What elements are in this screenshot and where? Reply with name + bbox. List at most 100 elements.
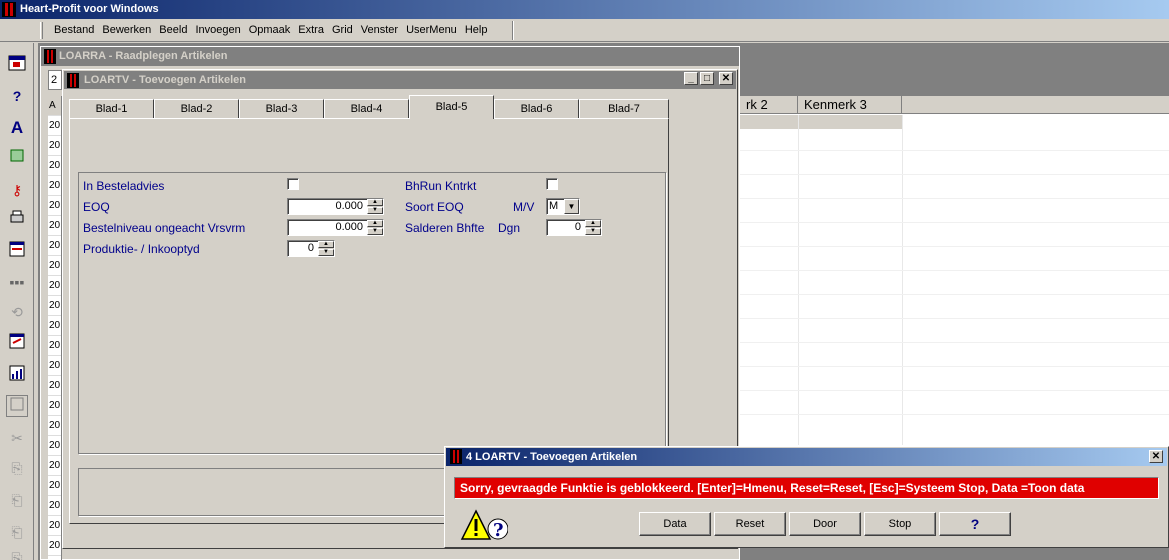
label-bhrun: BhRun Kntrkt	[405, 179, 477, 193]
tab-blad-7[interactable]: Blad-7	[579, 99, 669, 119]
door-button[interactable]: Door	[789, 512, 861, 536]
menu-help[interactable]: Help	[461, 19, 492, 42]
stop-button[interactable]: Stop	[864, 512, 936, 536]
eoq-spinner[interactable]: ▲ ▼	[367, 199, 383, 214]
window-logo-icon	[67, 73, 79, 88]
checkbox-bhrun[interactable]	[546, 178, 558, 190]
row-cell[interactable]: 20	[48, 276, 61, 296]
data-button[interactable]: Data	[639, 512, 711, 536]
tab-blad-5[interactable]: Blad-5	[409, 95, 494, 119]
articles-grid[interactable]: rk 2 Kenmerk 3	[740, 96, 1169, 446]
help-icon[interactable]: ?	[6, 85, 28, 107]
select-soort-eoq[interactable]: M ▼	[546, 198, 580, 215]
row-cell[interactable]: 20	[48, 116, 61, 136]
column-header-kenmerk-2[interactable]: rk 2	[740, 96, 798, 114]
tab-blad-1[interactable]: Blad-1	[69, 99, 154, 119]
row-cell[interactable]: 20	[48, 356, 61, 376]
row-cell[interactable]: 20	[48, 236, 61, 256]
selected-row[interactable]	[740, 115, 902, 129]
window-list-icon[interactable]	[6, 395, 28, 417]
close-icon[interactable]: ✕	[1149, 450, 1163, 463]
chart-icon[interactable]	[6, 365, 28, 387]
toevoegen-title-bar[interactable]: LOARTV - Toevoegen Artikelen	[64, 71, 736, 89]
cut-icon[interactable]: ✂	[6, 427, 28, 449]
close-button[interactable]: ✕	[719, 72, 733, 85]
row-cell[interactable]: 20	[48, 196, 61, 216]
menu-bestand[interactable]: Bestand	[50, 19, 98, 42]
row-cell[interactable]: 20	[48, 336, 61, 356]
row-cell[interactable]: 20	[48, 156, 61, 176]
menu-grid[interactable]: Grid	[328, 19, 357, 42]
fields-group: In Besteladvies EOQ 0.000 ▲ ▼ Bestelnivea…	[78, 172, 666, 454]
input-salderen[interactable]: 0 ▲ ▼	[546, 219, 602, 236]
menu-invoegen[interactable]: Invoegen	[191, 19, 244, 42]
form-icon[interactable]	[6, 241, 28, 263]
value-eoq: 0.000	[335, 200, 363, 212]
row-cell[interactable]: 20	[48, 476, 61, 496]
error-message: Sorry, gevraagde Funktie is geblokkeerd.…	[454, 477, 1159, 499]
menu-venster[interactable]: Venster	[357, 19, 402, 42]
tab-blad-2[interactable]: Blad-2	[154, 99, 239, 119]
bestelniveau-spinner[interactable]: ▲ ▼	[367, 220, 383, 235]
menu-beeld[interactable]: Beeld	[155, 19, 191, 42]
spin-down-icon[interactable]: ▼	[367, 207, 383, 214]
row-cell[interactable]: 20	[48, 516, 61, 536]
raadplegen-title-bar[interactable]: LOARRA - Raadplegen Artikelen	[41, 47, 739, 66]
dots-icon[interactable]: ▪▪▪	[6, 271, 28, 293]
row-cell[interactable]: 20	[48, 176, 61, 196]
row-cell[interactable]: 20	[48, 376, 61, 396]
input-bestelniveau[interactable]: 0.000 ▲ ▼	[287, 219, 384, 236]
row-cell[interactable]: 20	[48, 316, 61, 336]
row-cell[interactable]: 20	[48, 216, 61, 236]
window-logo-icon	[450, 449, 462, 464]
produktie-spinner[interactable]: ▲ ▼	[318, 241, 334, 256]
input-eoq[interactable]: 0.000 ▲ ▼	[287, 198, 384, 215]
refresh-icon[interactable]	[6, 147, 28, 169]
salderen-spinner[interactable]: ▲ ▼	[585, 220, 601, 235]
row-cell[interactable]: 20	[48, 296, 61, 316]
window-icon[interactable]	[6, 55, 28, 77]
menu-extra[interactable]: Extra	[294, 19, 328, 42]
row-cell[interactable]: 20	[48, 496, 61, 516]
tab-blad-3[interactable]: Blad-3	[239, 99, 324, 119]
row-cell[interactable]: 20	[48, 456, 61, 476]
paste-icon[interactable]: ⎗	[6, 489, 28, 511]
dialog-title-bar[interactable]: 4 LOARTV - Toevoegen Artikelen ✕	[446, 448, 1167, 466]
clipboard-icon[interactable]: ⎘	[6, 547, 28, 560]
input-produktie[interactable]: 0 ▲ ▼	[287, 240, 335, 257]
spin-up-icon[interactable]: ▲	[367, 220, 383, 227]
spin-down-icon[interactable]: ▼	[585, 228, 601, 235]
row-cell[interactable]: 20	[48, 136, 61, 156]
parent-tab-stub[interactable]: 2	[48, 70, 62, 90]
tab-blad-4[interactable]: Blad-4	[324, 99, 409, 119]
spin-down-icon[interactable]: ▼	[318, 249, 334, 256]
key-icon[interactable]: ⚷	[6, 179, 28, 201]
checkbox-in-besteladvies[interactable]	[287, 178, 299, 190]
copy-icon[interactable]: ⎘	[6, 457, 28, 479]
spin-up-icon[interactable]: ▲	[318, 241, 334, 248]
spin-down-icon[interactable]: ▼	[367, 228, 383, 235]
reset-button[interactable]: Reset	[714, 512, 786, 536]
menu-opmaak[interactable]: Opmaak	[245, 19, 295, 42]
print-icon[interactable]	[6, 209, 28, 231]
edit-window-icon[interactable]	[6, 333, 28, 355]
row-cell[interactable]: 20	[48, 416, 61, 436]
tab-blad-6[interactable]: Blad-6	[494, 99, 579, 119]
row-cell[interactable]: 20	[48, 396, 61, 416]
recycle-icon[interactable]: ⟲	[6, 301, 28, 323]
row-cell[interactable]: 20	[48, 436, 61, 456]
menu-bewerken[interactable]: Bewerken	[98, 19, 155, 42]
spin-up-icon[interactable]: ▲	[367, 199, 383, 206]
grid-line	[740, 246, 1169, 247]
maximize-button[interactable]: □	[700, 72, 714, 85]
row-cell[interactable]: 20	[48, 536, 61, 556]
column-header-kenmerk-3[interactable]: Kenmerk 3	[798, 96, 902, 114]
font-icon[interactable]: A	[6, 117, 28, 139]
spin-up-icon[interactable]: ▲	[585, 220, 601, 227]
row-cell[interactable]: 20	[48, 256, 61, 276]
paste-special-icon[interactable]: ⎗	[6, 521, 28, 543]
chevron-down-icon[interactable]: ▼	[564, 199, 579, 214]
menu-usermenu[interactable]: UserMenu	[402, 19, 461, 42]
minimize-button[interactable]: _	[684, 72, 698, 85]
help-button[interactable]: ?	[939, 512, 1011, 536]
